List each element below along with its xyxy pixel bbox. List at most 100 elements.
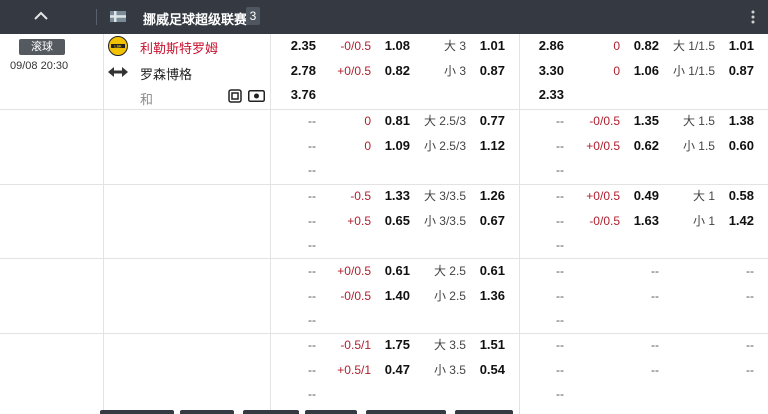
ft-total-line: 大 2.5/3: [423, 114, 466, 128]
ft-1x2-odds: --: [308, 313, 316, 327]
more-options-icon[interactable]: [748, 9, 758, 25]
ht-1x2-odds[interactable]: 3.30: [539, 63, 564, 79]
ft-total-line: 大 3/3.5: [423, 189, 466, 203]
ft-handicap-odds[interactable]: 0.61: [385, 263, 410, 279]
home-team-name[interactable]: 利勒斯特罗姆: [140, 38, 218, 57]
ft-1x2-odds[interactable]: 2.78: [291, 63, 316, 79]
ht-handicap-line: -0/0.5: [589, 114, 620, 128]
ht-total-line: 小 1.5: [682, 138, 715, 153]
ht-1x2-odds: --: [556, 288, 564, 303]
ht-handicap-line: 0: [613, 39, 620, 53]
ft-handicap-line: 0: [364, 114, 371, 128]
ht-total-odds[interactable]: 0.58: [729, 188, 754, 204]
ht-handicap-line: -0/0.5: [589, 213, 620, 228]
bottom-tab[interactable]: [180, 410, 234, 414]
ht-1x2-odds: --: [556, 114, 564, 128]
ht-handicap-odds: --: [651, 288, 659, 303]
ft-1x2-odds: --: [308, 238, 316, 252]
ft-1x2-odds: --: [308, 138, 316, 153]
ft-handicap-odds[interactable]: 1.08: [385, 38, 410, 54]
ht-1x2-odds: --: [556, 138, 564, 153]
column-divider: [519, 34, 520, 414]
ft-handicap-odds[interactable]: 1.33: [385, 188, 410, 204]
ht-1x2-odds[interactable]: 2.86: [539, 38, 564, 54]
svg-text:LSK: LSK: [114, 44, 122, 48]
ht-handicap-line: 0: [613, 63, 620, 78]
ft-total-odds[interactable]: 1.01: [480, 38, 505, 54]
ht-total-odds[interactable]: 1.01: [729, 38, 754, 54]
ft-total-odds[interactable]: 0.61: [480, 263, 505, 279]
bottom-tab[interactable]: [305, 410, 357, 414]
ft-handicap-odds[interactable]: 0.82: [385, 63, 410, 79]
ht-total-odds[interactable]: 0.87: [729, 63, 754, 79]
draw-label: 和: [140, 92, 154, 107]
bottom-tab[interactable]: [366, 410, 446, 414]
ht-1x2-odds: --: [556, 313, 564, 327]
league-header: 挪威足球超级联赛 3: [0, 0, 768, 34]
ht-handicap-line: +0/0.5: [586, 138, 620, 153]
ht-handicap-odds[interactable]: 1.35: [634, 113, 659, 129]
ft-1x2-odds: --: [308, 288, 316, 303]
ft-handicap-line: -0.5/1: [340, 338, 371, 352]
ht-total-odds[interactable]: 0.60: [729, 138, 754, 154]
ft-1x2-odds[interactable]: 3.76: [291, 87, 316, 103]
ht-1x2-odds: --: [556, 387, 564, 401]
ft-handicap-odds[interactable]: 0.47: [385, 362, 410, 378]
ft-handicap-line: +0.5/1: [337, 362, 371, 377]
ht-handicap-odds[interactable]: 0.62: [634, 138, 659, 154]
ft-total-odds[interactable]: 1.26: [480, 188, 505, 204]
live-status-badge: 滚球: [19, 39, 65, 55]
ht-total-odds[interactable]: 1.42: [729, 213, 754, 229]
ft-1x2-odds[interactable]: 2.35: [291, 38, 316, 54]
ft-handicap-odds[interactable]: 0.65: [385, 213, 410, 229]
match-count-badge: 3: [246, 7, 260, 25]
ft-total-odds[interactable]: 1.36: [480, 288, 505, 304]
row-divider: [0, 333, 768, 334]
ht-1x2-odds: --: [556, 338, 564, 352]
ht-1x2-odds: --: [556, 213, 564, 228]
bottom-tab[interactable]: [455, 410, 513, 414]
ft-total-line: 大 2.5: [433, 264, 466, 278]
ht-total-odds: --: [746, 338, 754, 352]
away-team-name[interactable]: 罗森博格: [140, 64, 192, 83]
ht-handicap-odds[interactable]: 1.06: [634, 63, 659, 79]
ft-handicap-line: +0.5: [347, 213, 371, 228]
favorite-icon[interactable]: [228, 89, 242, 103]
ft-1x2-odds: --: [308, 362, 316, 377]
ft-handicap-odds[interactable]: 1.75: [385, 337, 410, 353]
ft-total-odds[interactable]: 1.12: [480, 138, 505, 154]
live-stream-icon[interactable]: [248, 90, 265, 102]
home-team-crest-icon: LSK: [108, 36, 128, 56]
ht-handicap-odds: --: [651, 264, 659, 278]
ft-handicap-line: 0: [364, 138, 371, 153]
row-divider: [0, 184, 768, 185]
ht-handicap-odds[interactable]: 1.63: [634, 213, 659, 229]
ht-handicap-odds[interactable]: 0.49: [634, 188, 659, 204]
bottom-tab[interactable]: [100, 410, 174, 414]
ht-handicap-odds: --: [651, 338, 659, 352]
ft-total-odds[interactable]: 0.87: [480, 63, 505, 79]
ht-1x2-odds: --: [556, 163, 564, 177]
bottom-tab[interactable]: [243, 410, 299, 414]
ht-total-line: 大 1/1.5: [672, 39, 715, 53]
ht-1x2-odds: --: [556, 362, 564, 377]
ft-handicap-line: +0/0.5: [337, 264, 371, 278]
ft-total-odds[interactable]: 0.67: [480, 213, 505, 229]
ft-total-line: 小 3.5: [433, 362, 466, 377]
ht-total-odds[interactable]: 1.38: [729, 113, 754, 129]
ht-handicap-odds[interactable]: 0.82: [634, 38, 659, 54]
ft-handicap-odds[interactable]: 0.81: [385, 113, 410, 129]
ft-1x2-odds: --: [308, 213, 316, 228]
norway-flag-icon: [110, 11, 126, 22]
ht-total-line: 大 1.5: [682, 114, 715, 128]
ft-total-odds[interactable]: 0.54: [480, 362, 505, 378]
ht-1x2-odds: --: [556, 264, 564, 278]
chevron-up-icon[interactable]: [30, 7, 52, 25]
ft-total-odds[interactable]: 0.77: [480, 113, 505, 129]
ft-total-odds[interactable]: 1.51: [480, 337, 505, 353]
row-divider: [0, 258, 768, 259]
league-name[interactable]: 挪威足球超级联赛: [143, 9, 247, 28]
ft-handicap-odds[interactable]: 1.09: [385, 138, 410, 154]
ft-handicap-odds[interactable]: 1.40: [385, 288, 410, 304]
ht-1x2-odds[interactable]: 2.33: [539, 87, 564, 103]
